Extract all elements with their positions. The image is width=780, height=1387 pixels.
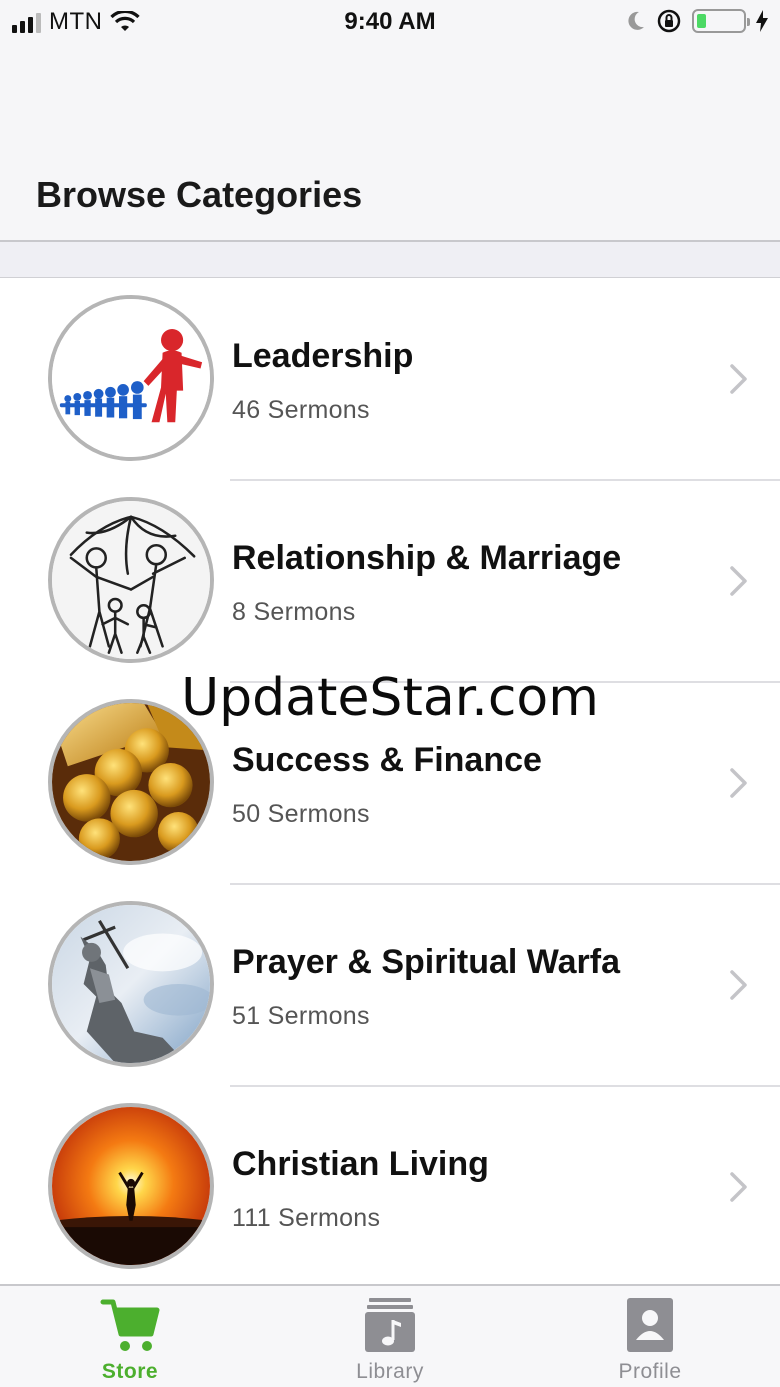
chevron-right-icon (730, 1172, 747, 1202)
christian-living-thumbnail (48, 1103, 214, 1269)
leadership-thumbnail (48, 295, 214, 461)
relationship-thumbnail (48, 497, 214, 663)
cart-icon (100, 1299, 160, 1351)
category-row-relationship-marriage[interactable]: Relationship & Marriage 8 Sermons (0, 481, 780, 683)
tab-label: Store (101, 1360, 159, 1383)
charging-bolt-icon (756, 10, 768, 32)
tab-label: Library (356, 1360, 424, 1383)
category-title: Success & Finance (232, 741, 542, 779)
category-row-leadership[interactable]: Leadership 46 Sermons (0, 279, 780, 481)
navigation-header: Browse Categories (0, 44, 780, 242)
category-row-christian-living[interactable]: Christian Living 111 Sermons (0, 1087, 780, 1289)
leadership-figures-image (52, 299, 210, 457)
sermon-count: 111 Sermons (232, 1204, 381, 1232)
tab-label: Profile (618, 1360, 682, 1383)
status-bar: MTN 9:40 AM (0, 0, 780, 44)
prayer-warfare-thumbnail (48, 901, 214, 1067)
category-title: Leadership (232, 337, 414, 375)
watermark-text: UpdateStar.com (181, 668, 599, 728)
chevron-right-icon (730, 970, 747, 1000)
section-separator (0, 242, 780, 278)
sermon-count: 46 Sermons (232, 396, 370, 424)
tab-library[interactable]: Library (260, 1286, 520, 1387)
sermon-count: 50 Sermons (232, 800, 370, 828)
rotation-lock-icon (657, 9, 681, 33)
tab-profile[interactable]: Profile (520, 1286, 780, 1387)
sunrise-silhouette-image (52, 1107, 210, 1265)
tab-bar: Store Library Profile (0, 1284, 780, 1387)
sermon-count: 8 Sermons (232, 598, 356, 626)
page-title: Browse Categories (36, 174, 363, 215)
chevron-right-icon (730, 364, 747, 394)
status-right (626, 8, 768, 34)
category-title: Christian Living (232, 1145, 489, 1183)
chevron-right-icon (730, 768, 747, 798)
warrior-statue-image (52, 905, 210, 1063)
category-title: Relationship & Marriage (232, 539, 622, 577)
contact-icon (627, 1298, 673, 1352)
chevron-right-icon (730, 566, 747, 596)
music-library-icon (365, 1298, 415, 1352)
sermon-count: 51 Sermons (232, 1002, 370, 1030)
moon-icon (628, 11, 644, 30)
family-sketch-image (52, 501, 210, 659)
battery-icon (692, 9, 750, 33)
category-title: Prayer & Spiritual Warfa (232, 943, 620, 981)
tab-store[interactable]: Store (0, 1286, 260, 1387)
category-list: Leadership 46 Sermons Relationship & Mar… (0, 279, 780, 1289)
battery-level (697, 14, 706, 28)
category-row-prayer-spiritual-warfare[interactable]: Prayer & Spiritual Warfa 51 Sermons (0, 885, 780, 1087)
